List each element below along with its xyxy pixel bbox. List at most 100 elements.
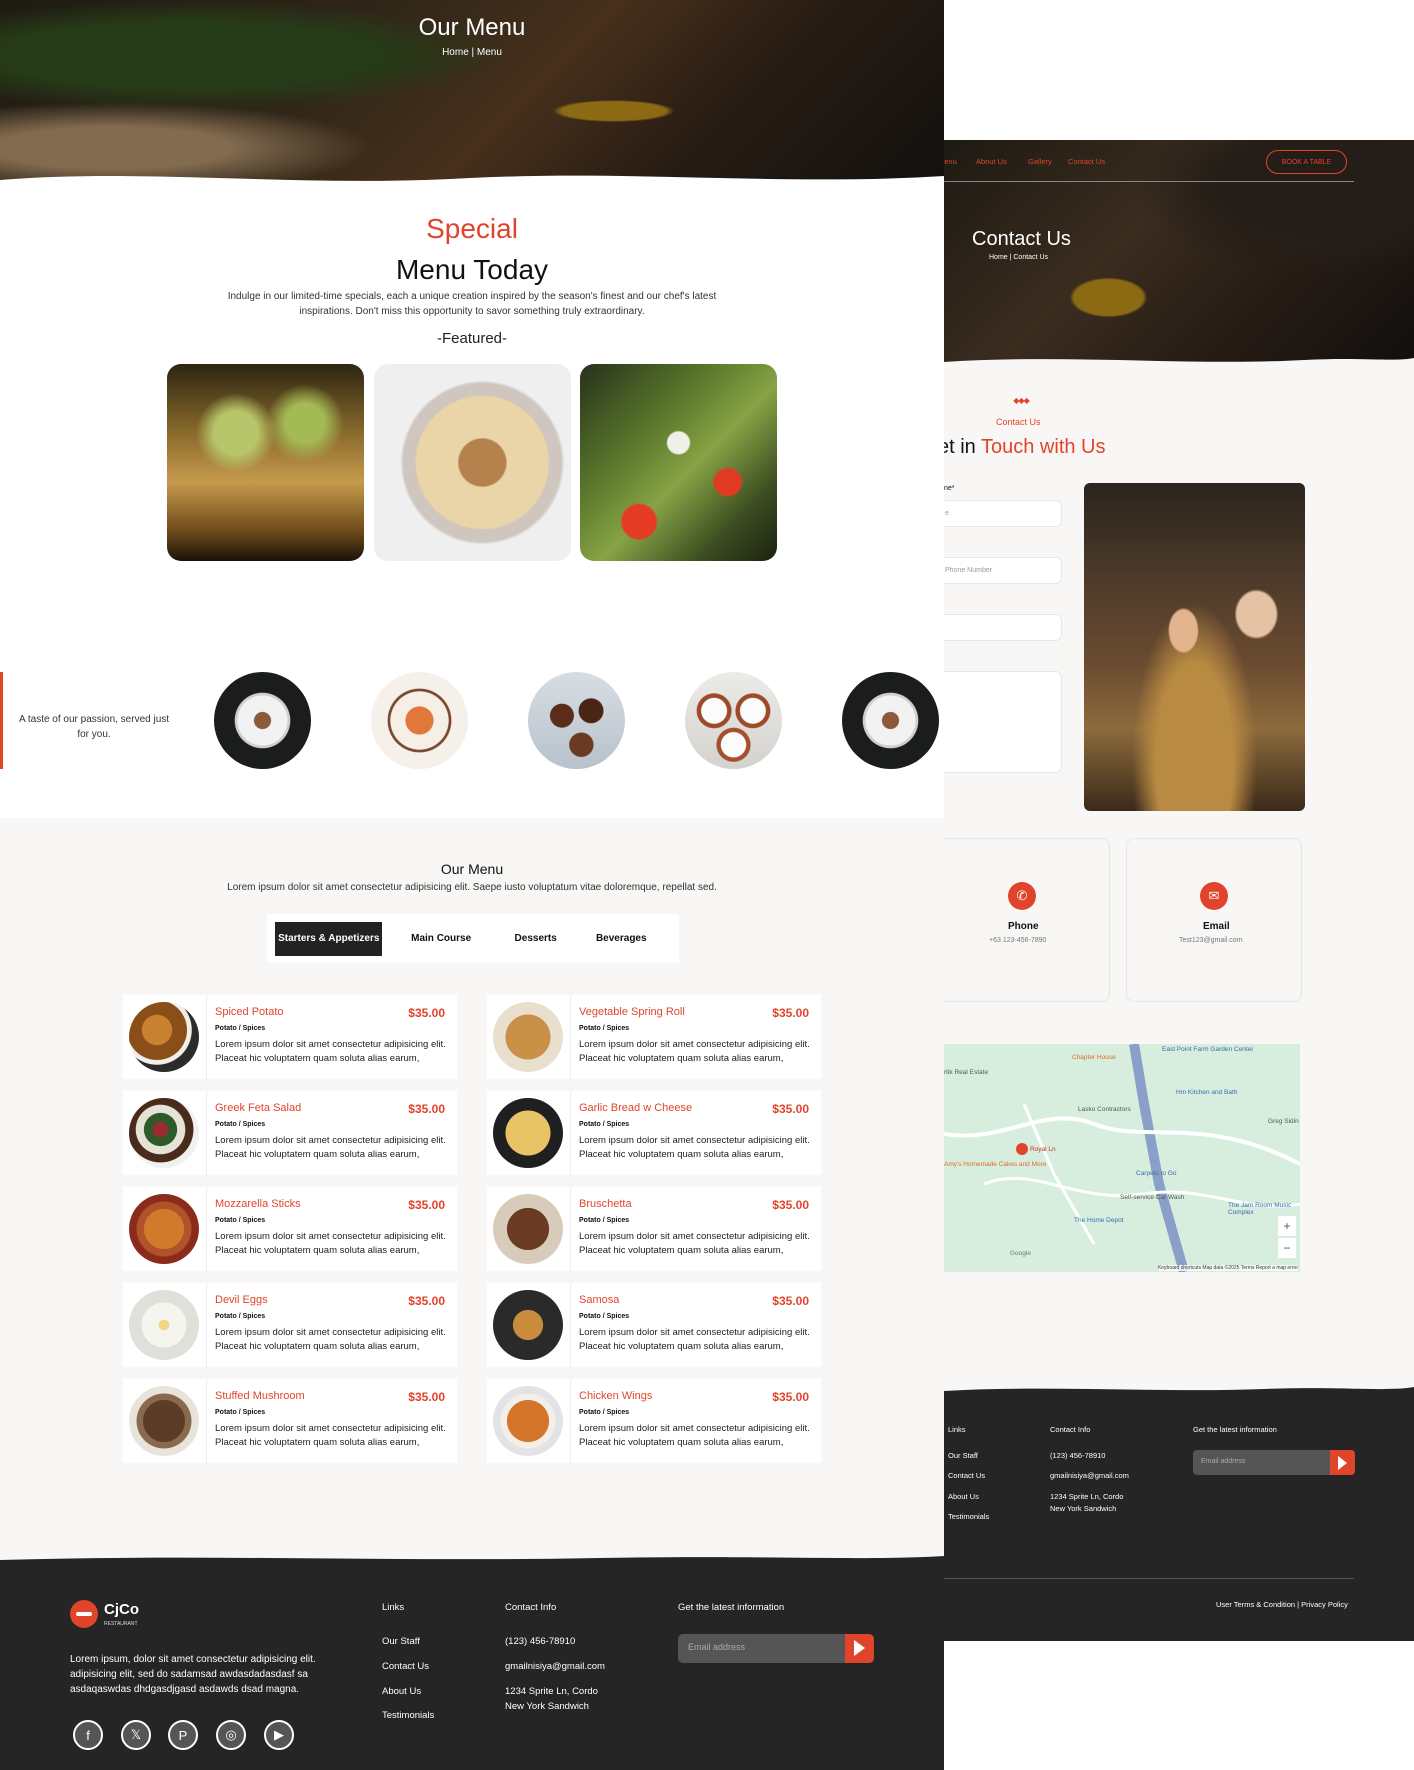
item-description: Lorem ipsum dolor sit amet consectetur a… [579, 1231, 810, 1256]
map-zoom-out-button[interactable]: − [1278, 1238, 1296, 1258]
dish-circle-chocolate-mousse[interactable] [528, 672, 625, 769]
footer-address-line-1: 1234 Sprite Ln, Cordo [505, 1686, 598, 1697]
dish-circle-creme-brulee[interactable] [685, 672, 782, 769]
message-field[interactable] [944, 671, 1062, 773]
featured-image-baklava[interactable] [167, 364, 364, 561]
dish-circle-steak[interactable] [214, 672, 311, 769]
nav-menu[interactable]: Menu [944, 157, 957, 166]
dish-circle-pasta[interactable] [371, 672, 468, 769]
item-description: Lorem ipsum dolor sit amet consectetur a… [215, 1135, 446, 1160]
contact-footer-link-our-staff[interactable]: Our Staff [948, 1451, 978, 1460]
item-description: Lorem ipsum dolor sit amet consectetur a… [579, 1423, 810, 1448]
contact-footer-phone: (123) 456-78910 [1050, 1451, 1106, 1460]
phone-card-value: +63 123-456-7890 [989, 937, 1047, 944]
footer-link-about-us[interactable]: About Us [382, 1686, 421, 1697]
x-icon[interactable]: 𝕏 [121, 1720, 151, 1750]
tab-main-course[interactable]: Main Course [382, 922, 499, 956]
map-zoom-in-button[interactable]: + [1278, 1216, 1296, 1236]
contact-newsletter-email-field[interactable]: Email address [1193, 1450, 1355, 1475]
mail-icon[interactable]: ✉ [1200, 882, 1228, 910]
footer-address-line-2: New York Sandwich [505, 1701, 589, 1712]
item-image [493, 1386, 563, 1456]
item-price: $35.00 [408, 1390, 445, 1404]
menu-item[interactable]: Spiced Potato $35.00 Potato / Spices Lor… [123, 995, 457, 1079]
contact-page-title: Contact Us [972, 228, 1071, 250]
item-divider [570, 1283, 571, 1367]
footer-email[interactable]: gmailnisiya@gmail.com [505, 1661, 605, 1672]
newsletter-email-field[interactable]: Email address [678, 1634, 874, 1663]
menu-item[interactable]: Garlic Bread w Cheese $35.00 Potato / Sp… [487, 1091, 821, 1175]
phone-field[interactable]: Phone Number [944, 557, 1062, 584]
map-roads [944, 1044, 1300, 1272]
menu-item[interactable]: Stuffed Mushroom $35.00 Potato / Spices … [123, 1379, 457, 1463]
item-ingredients: Potato / Spices [215, 1217, 266, 1224]
youtube-icon[interactable]: ▶ [264, 1720, 294, 1750]
item-divider [206, 995, 207, 1079]
phone-icon[interactable]: ✆ [1008, 882, 1036, 910]
brand-tagline: RESTAURANT [104, 1621, 138, 1627]
newsletter-heading: Get the latest information [678, 1602, 785, 1613]
name-field[interactable]: e [944, 500, 1062, 527]
pinterest-icon[interactable]: P [168, 1720, 198, 1750]
menu-item[interactable]: Bruschetta $35.00 Potato / Spices Lorem … [487, 1187, 821, 1271]
email-field[interactable] [944, 614, 1062, 641]
footer-description: Lorem ipsum, dolor sit amet consectetur … [70, 1654, 316, 1695]
contact-hero-banner [944, 140, 1414, 365]
tab-desserts[interactable]: Desserts [500, 922, 572, 956]
nav-contact-us[interactable]: Contact Us [1068, 157, 1105, 166]
map-label-real-estate: rtik Real Estate [944, 1069, 989, 1076]
contact-newsletter-submit-button[interactable] [1330, 1450, 1355, 1475]
menu-item[interactable]: Mozzarella Sticks $35.00 Potato / Spices… [123, 1187, 457, 1271]
featured-image-caprese-avocado[interactable] [580, 364, 777, 561]
nav-divider [944, 181, 1354, 182]
contact-footer-email[interactable]: gmailnisiya@gmail.com [1050, 1471, 1129, 1480]
newsletter-submit-button[interactable] [845, 1634, 874, 1663]
book-table-button[interactable]: BOOK A TABLE [1266, 150, 1347, 174]
our-menu-title: Our Menu [440, 861, 504, 877]
item-ingredients: Potato / Spices [579, 1217, 630, 1224]
footer-wave [0, 1556, 944, 1566]
email-card-label: Email [1203, 921, 1230, 932]
brand-logo-icon[interactable] [70, 1600, 98, 1628]
contact-footer-link-contact-us[interactable]: Contact Us [948, 1471, 985, 1480]
menu-item[interactable]: Samosa $35.00 Potato / Spices Lorem ipsu… [487, 1283, 821, 1367]
google-logo: Google [1010, 1250, 1031, 1257]
item-image [493, 1194, 563, 1264]
contact-kicker: Contact Us [996, 417, 1041, 427]
item-ingredients: Potato / Spices [579, 1025, 630, 1032]
item-image [129, 1290, 199, 1360]
footer-link-our-staff[interactable]: Our Staff [382, 1636, 420, 1647]
contact-footer-contact-heading: Contact Info [1050, 1425, 1091, 1434]
menu-item[interactable]: Greek Feta Salad $35.00 Potato / Spices … [123, 1091, 457, 1175]
nav-gallery[interactable]: Gallery [1028, 157, 1052, 166]
footer-link-testimonials[interactable]: Testimonials [382, 1710, 434, 1721]
footer-link-contact-us[interactable]: Contact Us [382, 1661, 429, 1672]
featured-image-chicken-pasta[interactable] [374, 364, 571, 561]
item-image [493, 1098, 563, 1168]
brand-name[interactable]: CjCo [104, 1601, 139, 1618]
tab-beverages[interactable]: Beverages [572, 922, 672, 956]
map-attribution[interactable]: Keyboard shortcuts Map data ©2025 Terms … [1157, 1265, 1298, 1271]
nav-about-us[interactable]: About Us [976, 157, 1007, 166]
special-description: Indulge in our limited-time specials, ea… [227, 291, 717, 317]
contact-footer-link-about-us[interactable]: About Us [948, 1492, 979, 1501]
menu-item[interactable]: Devil Eggs $35.00 Potato / Spices Lorem … [123, 1283, 457, 1367]
tab-starters[interactable]: Starters & Appetizers [275, 921, 383, 956]
map-label-royal-ln: Royal Ln [1030, 1146, 1056, 1153]
location-map[interactable]: Chapter House East Point Farm Garden Cen… [944, 1044, 1300, 1272]
contact-heading-accent: Touch with Us [981, 436, 1106, 458]
contact-breadcrumb[interactable]: Home | Contact Us [989, 254, 1048, 261]
instagram-icon[interactable]: ◎ [216, 1720, 246, 1750]
menu-item[interactable]: Chicken Wings $35.00 Potato / Spices Lor… [487, 1379, 821, 1463]
breadcrumb[interactable]: Home | Menu [0, 47, 944, 58]
contact-footer-address-2: New York Sandwich [1050, 1504, 1117, 1513]
item-price: $35.00 [408, 1102, 445, 1116]
terms-privacy-links[interactable]: User Terms & Condition | Privacy Policy [1216, 1600, 1348, 1609]
item-image [493, 1290, 563, 1360]
facebook-icon[interactable]: f [73, 1720, 103, 1750]
menu-item[interactable]: Vegetable Spring Roll $35.00 Potato / Sp… [487, 995, 821, 1079]
contact-footer-link-testimonials[interactable]: Testimonials [948, 1512, 989, 1521]
dish-circle-steak-2[interactable] [842, 672, 939, 769]
menu-tabs: Starters & Appetizers Main Course Desser… [267, 914, 679, 963]
email-card-value[interactable]: Test123@gmail.com [1179, 937, 1243, 944]
